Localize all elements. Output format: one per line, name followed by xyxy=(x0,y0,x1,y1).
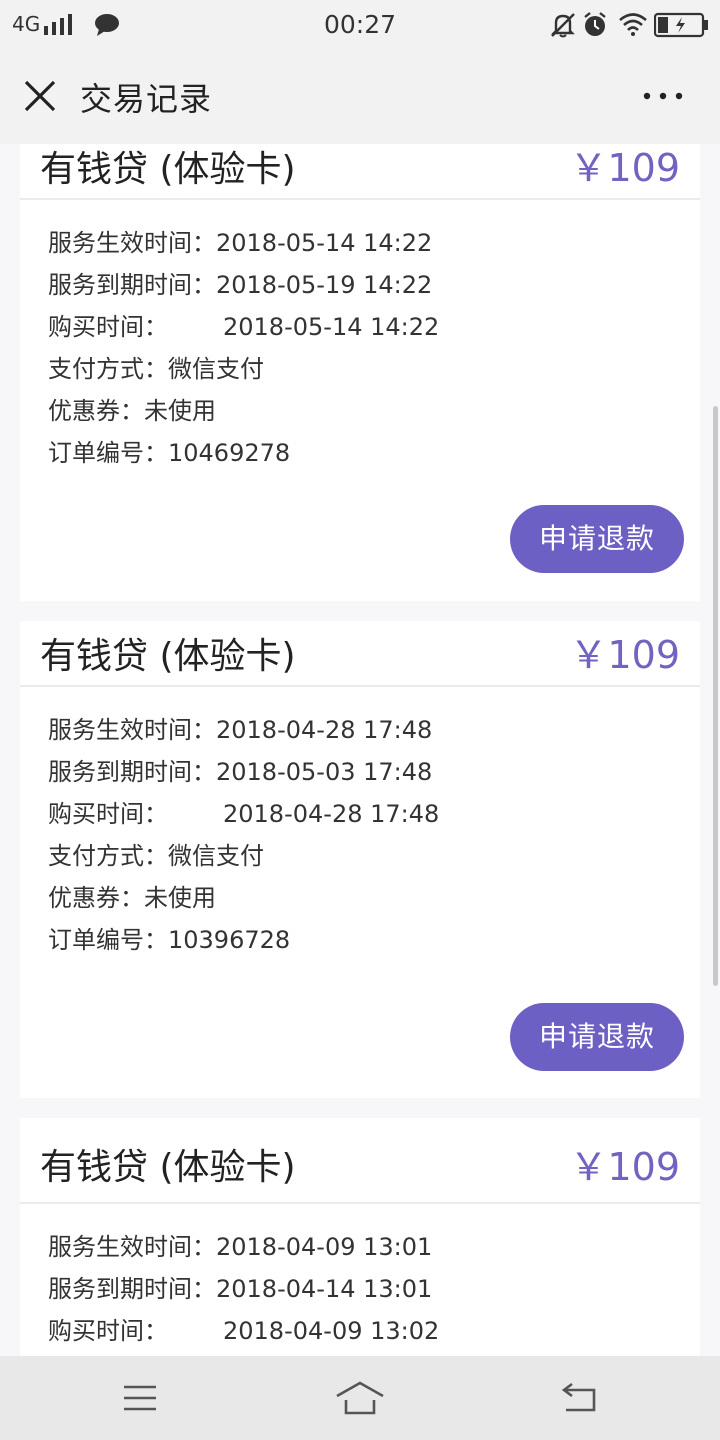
field-value: 未使用 xyxy=(144,397,216,425)
info-row: 服务到期时间：2018-05-03 17:48 xyxy=(48,753,700,795)
field-label: 服务生效时间： xyxy=(48,1233,216,1261)
field-value: 2018-04-09 13:02 xyxy=(223,1317,440,1345)
product-name: 有钱贷 (体验卡) xyxy=(40,1147,296,1188)
record-card: 有钱贷 (体验卡) ￥109 服务生效时间：2018-04-28 17:48 服… xyxy=(20,621,700,1098)
field-label: 购买时间： xyxy=(48,313,168,341)
clock: 00:27 xyxy=(323,10,397,39)
info-row: 订单编号：10469278 xyxy=(48,434,700,476)
product-name: 有钱贷 (体验卡) xyxy=(40,636,296,677)
info-row: 服务到期时间：2018-04-14 13:01 xyxy=(48,1270,700,1312)
info-row: 优惠券：未使用 xyxy=(48,879,700,921)
mute-icon xyxy=(551,13,575,38)
scrollbar[interactable] xyxy=(713,406,718,986)
info-row: 服务生效时间：2018-04-28 17:48 xyxy=(48,711,700,753)
field-value: 微信支付 xyxy=(168,842,264,870)
back-icon[interactable] xyxy=(560,1382,598,1414)
field-label: 服务生效时间： xyxy=(48,229,216,257)
home-icon[interactable] xyxy=(334,1380,386,1416)
status-bar: 4G 00:27 xyxy=(0,0,720,50)
menu-icon[interactable] xyxy=(122,1384,158,1412)
field-value: 2018-04-28 17:48 xyxy=(216,716,433,744)
field-label: 优惠券： xyxy=(48,397,144,425)
info-row: 服务生效时间：2018-05-14 14:22 xyxy=(48,224,700,266)
info-row: 服务到期时间：2018-05-19 14:22 xyxy=(48,266,700,308)
record-header: 有钱贷 (体验卡) ￥109 xyxy=(20,621,700,687)
field-label: 支付方式： xyxy=(48,355,168,383)
field-value: 10469278 xyxy=(168,439,291,467)
wifi-icon xyxy=(619,13,647,36)
field-value: 10396728 xyxy=(168,926,291,954)
info-row: 支付方式：微信支付 xyxy=(48,350,700,392)
field-value: 2018-05-03 17:48 xyxy=(216,758,433,786)
alarm-icon xyxy=(584,12,606,36)
field-label: 服务到期时间： xyxy=(48,271,216,299)
info-row: 购买时间： 2018-04-09 13:02 xyxy=(48,1312,700,1354)
refund-button[interactable]: 申请退款 xyxy=(510,505,684,573)
info-row: 订单编号：10396728 xyxy=(48,921,700,963)
field-value: 2018-04-14 13:01 xyxy=(216,1275,433,1303)
record-list[interactable]: 有钱贷 (体验卡) ￥109 服务生效时间：2018-05-14 14:22 服… xyxy=(0,144,720,1356)
field-label: 购买时间： xyxy=(48,1317,168,1345)
field-label: 购买时间： xyxy=(48,800,168,828)
system-nav-bar xyxy=(0,1356,720,1440)
field-value: 2018-05-19 14:22 xyxy=(216,271,433,299)
record-card: 有钱贷 (体验卡) ￥109 服务生效时间：2018-05-14 14:22 服… xyxy=(20,144,700,601)
page-title: 交易记录 xyxy=(80,80,213,118)
field-value: 未使用 xyxy=(144,884,216,912)
field-label: 服务生效时间： xyxy=(48,716,216,744)
info-row: 支付方式：微信支付 xyxy=(48,837,700,879)
field-value: 2018-04-09 13:01 xyxy=(216,1233,433,1261)
field-label: 服务到期时间： xyxy=(48,758,216,786)
more-icon[interactable] xyxy=(638,84,688,108)
record-header: 有钱贷 (体验卡) ￥109 xyxy=(20,1118,700,1204)
field-label: 支付方式： xyxy=(48,842,168,870)
record-header: 有钱贷 (体验卡) ￥109 xyxy=(20,144,700,200)
title-bar: 交易记录 xyxy=(0,50,720,144)
record-details: 服务生效时间：2018-04-09 13:01 服务到期时间：2018-04-1… xyxy=(20,1204,700,1354)
field-value: 微信支付 xyxy=(168,355,264,383)
info-row: 优惠券：未使用 xyxy=(48,392,700,434)
product-price: ￥109 xyxy=(569,1145,680,1189)
field-label: 订单编号： xyxy=(48,926,168,954)
record-details: 服务生效时间：2018-05-14 14:22 服务到期时间：2018-05-1… xyxy=(20,200,700,476)
info-row: 服务生效时间：2018-04-09 13:01 xyxy=(48,1228,700,1270)
record-details: 服务生效时间：2018-04-28 17:48 服务到期时间：2018-05-0… xyxy=(20,687,700,963)
close-icon[interactable] xyxy=(22,78,58,114)
record-card: 有钱贷 (体验卡) ￥109 服务生效时间：2018-04-09 13:01 服… xyxy=(20,1118,700,1356)
battery-icon xyxy=(654,12,708,38)
field-value: 2018-05-14 14:22 xyxy=(223,313,440,341)
info-row: 购买时间： 2018-04-28 17:48 xyxy=(48,795,700,837)
info-row: 购买时间： 2018-05-14 14:22 xyxy=(48,308,700,350)
product-name: 有钱贷 (体验卡) xyxy=(40,149,296,190)
product-price: ￥109 xyxy=(569,146,680,190)
field-value: 2018-04-28 17:48 xyxy=(223,800,440,828)
field-label: 订单编号： xyxy=(48,439,168,467)
refund-button[interactable]: 申请退款 xyxy=(510,1003,684,1071)
product-price: ￥109 xyxy=(569,633,680,677)
field-label: 优惠券： xyxy=(48,884,144,912)
field-label: 服务到期时间： xyxy=(48,1275,216,1303)
field-value: 2018-05-14 14:22 xyxy=(216,229,433,257)
